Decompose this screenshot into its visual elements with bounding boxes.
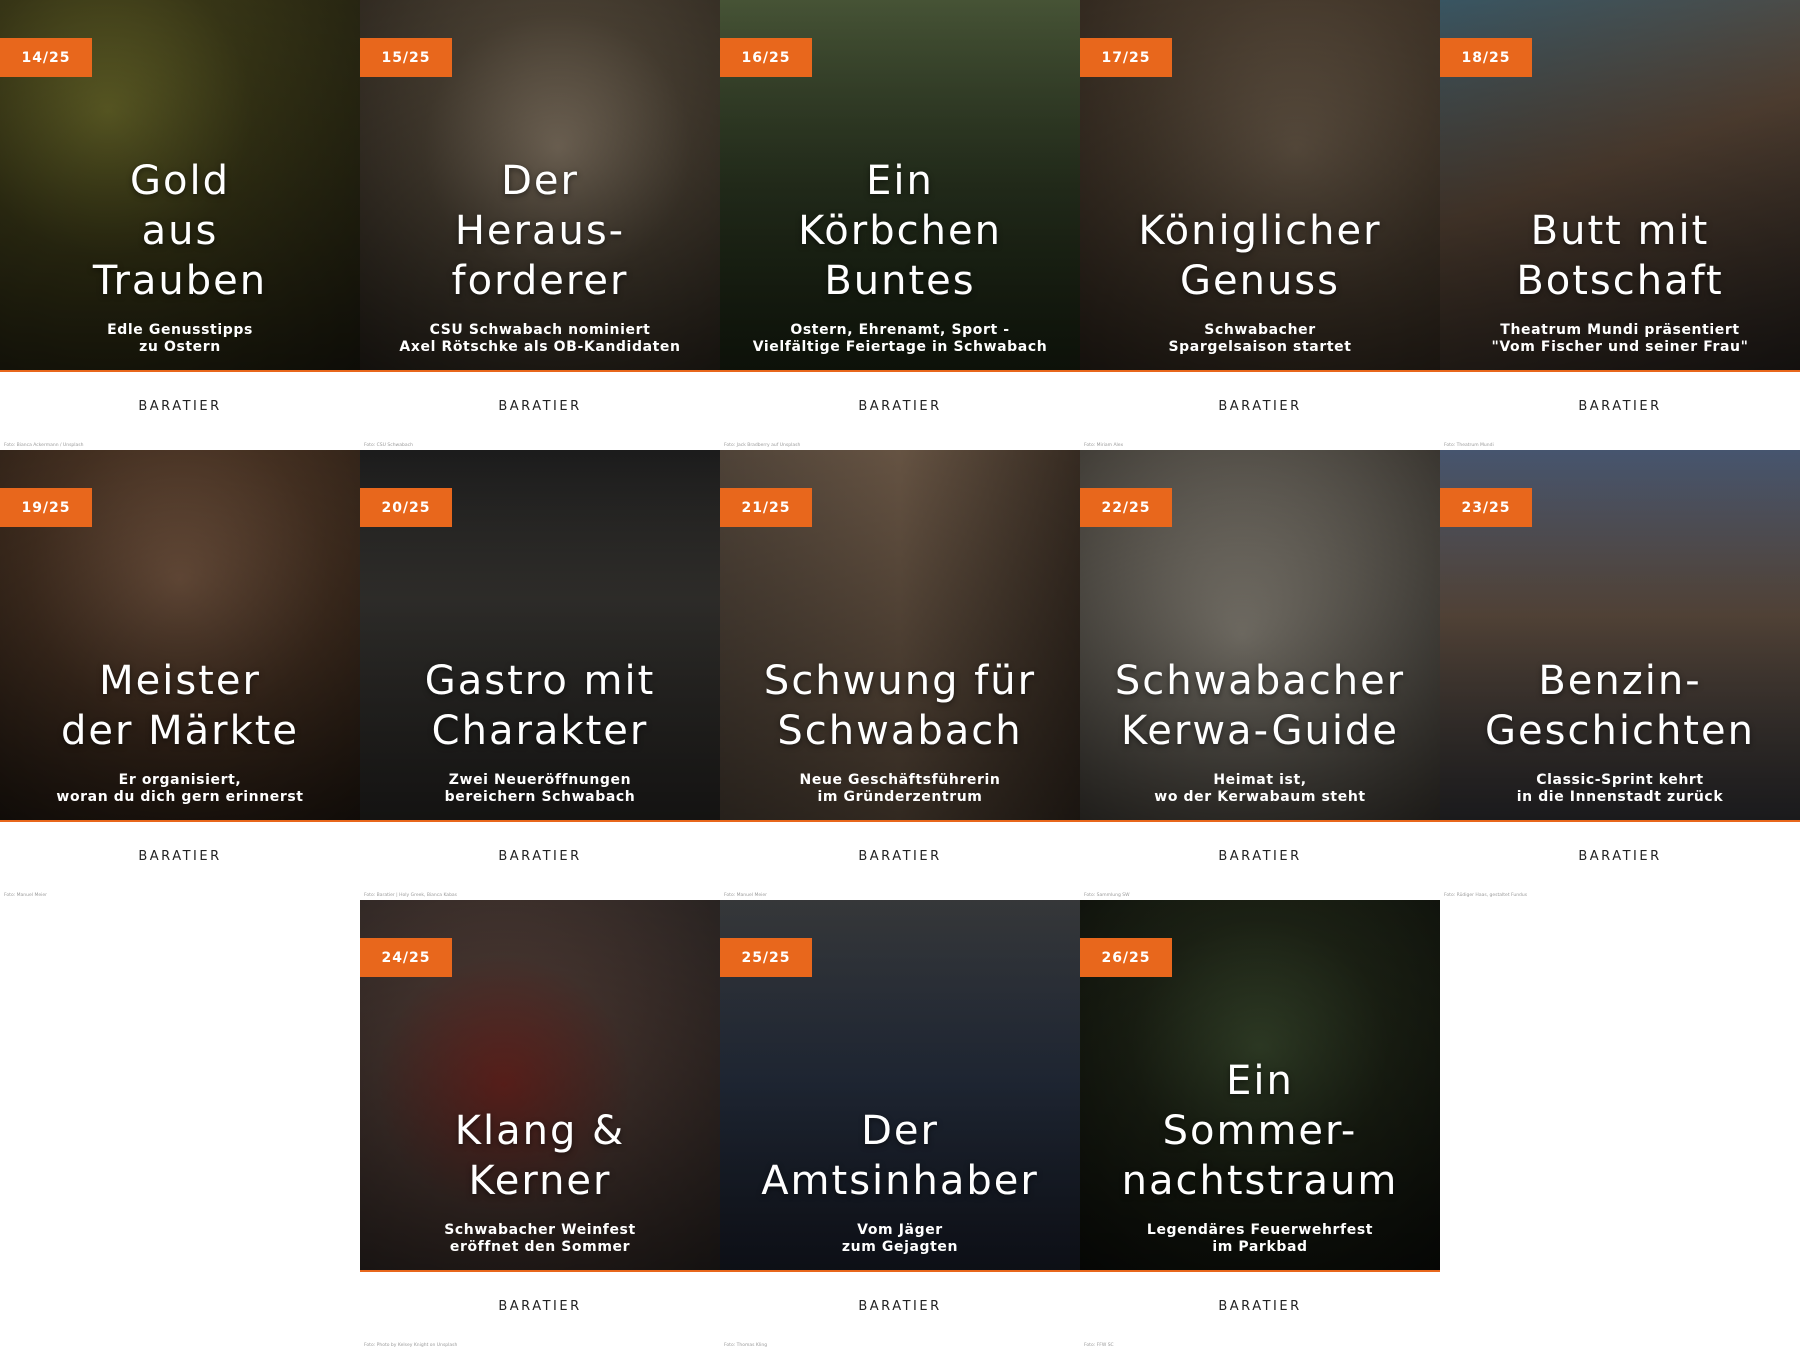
post-title: Der Amtsinhaber xyxy=(761,1108,1039,1204)
issue-badge: 17/25 xyxy=(1080,38,1172,77)
photo-credit: Foto: Bianca Ackermann / Unsplash xyxy=(4,443,84,448)
issue-badge: 20/25 xyxy=(360,488,452,527)
brand-label: BARATIER xyxy=(858,1299,942,1314)
post-subtitle: Neue Geschäftsführerin im Gründerzentrum xyxy=(799,772,1001,805)
post-title: Königlicher Genuss xyxy=(1138,208,1382,304)
photo-credit: Foto: Manuel Meier xyxy=(4,893,47,898)
issue-badge: 16/25 xyxy=(720,38,812,77)
photo-credit: Foto: Baratier | Holy Greek, Bianca Kaba… xyxy=(364,893,458,898)
post-title: Gold aus Trauben xyxy=(92,158,268,304)
photo-credit: Foto: Jack Bradberry auf Unsplash xyxy=(724,443,801,448)
brand-label: BARATIER xyxy=(1578,399,1662,414)
photo-credit: Foto: Thomas Kling xyxy=(724,1343,768,1348)
post-subtitle: Theatrum Mundi präsentiert "Vom Fischer … xyxy=(1491,322,1749,355)
post-photo: 18/25 Butt mit Botschaft Theatrum Mundi … xyxy=(1440,0,1800,372)
post-tile-benzin-geschichten[interactable]: 23/25 Benzin- Geschichten Classic-Sprint… xyxy=(1440,450,1800,900)
post-subtitle: Vom Jäger zum Gejagten xyxy=(841,1222,959,1255)
issue-badge: 22/25 xyxy=(1080,488,1172,527)
issue-badge: 14/25 xyxy=(0,38,92,77)
brand-label: BARATIER xyxy=(498,399,582,414)
post-tile-butt-mit-botschaft[interactable]: 18/25 Butt mit Botschaft Theatrum Mundi … xyxy=(1440,0,1800,450)
post-title: Der Heraus- forderer xyxy=(451,158,629,304)
post-tile-der-amtsinhaber[interactable]: 25/25 Der Amtsinhaber Vom Jäger zum Geja… xyxy=(720,900,1080,1350)
post-subtitle: Zwei Neueröffnungen bereichern Schwabach xyxy=(444,772,636,805)
post-title: Meister der Märkte xyxy=(60,658,300,754)
post-photo: 23/25 Benzin- Geschichten Classic-Sprint… xyxy=(1440,450,1800,822)
brand-label: BARATIER xyxy=(1218,849,1302,864)
post-photo: 19/25 Meister der Märkte Er organisiert,… xyxy=(0,450,360,822)
post-subtitle: CSU Schwabach nominiert Axel Rötschke al… xyxy=(399,322,681,355)
post-tile-der-herausforderer[interactable]: 15/25 Der Heraus- forderer CSU Schwabach… xyxy=(360,0,720,450)
post-photo: 26/25 Ein Sommer- nachtstraum Legendäres… xyxy=(1080,900,1440,1272)
post-tile-gastro-mit-charakter[interactable]: 20/25 Gastro mit Charakter Zwei Neueröff… xyxy=(360,450,720,900)
post-tile-klang-und-kerner[interactable]: 24/25 Klang & Kerner Schwabacher Weinfes… xyxy=(360,900,720,1350)
post-subtitle: Schwabacher Weinfest eröffnet den Sommer xyxy=(444,1222,636,1255)
post-photo: 22/25 Schwabacher Kerwa-Guide Heimat ist… xyxy=(1080,450,1440,822)
brand-label: BARATIER xyxy=(498,1299,582,1314)
post-title: Butt mit Botschaft xyxy=(1516,208,1724,304)
photo-credit: Foto: Miriam Alex xyxy=(1084,443,1124,448)
post-subtitle: Schwabacher Spargelsaison startet xyxy=(1168,322,1352,355)
post-photo: 24/25 Klang & Kerner Schwabacher Weinfes… xyxy=(360,900,720,1272)
issue-badge: 26/25 xyxy=(1080,938,1172,977)
photo-credit: Foto: FFW SC xyxy=(1084,1343,1114,1348)
post-subtitle: Legendäres Feuerwehrfest im Parkbad xyxy=(1146,1222,1374,1255)
post-photo: 15/25 Der Heraus- forderer CSU Schwabach… xyxy=(360,0,720,372)
post-title: Ein Sommer- nachtstraum xyxy=(1121,1058,1399,1204)
issue-badge: 19/25 xyxy=(0,488,92,527)
brand-label: BARATIER xyxy=(138,849,222,864)
brand-label: BARATIER xyxy=(138,399,222,414)
post-tile-gold-aus-trauben[interactable]: 14/25 Gold aus Trauben Edle Genusstipps … xyxy=(0,0,360,450)
post-title: Ein Körbchen Buntes xyxy=(798,158,1002,304)
brand-label: BARATIER xyxy=(1578,849,1662,864)
post-subtitle: Er organisiert, woran du dich gern erinn… xyxy=(56,772,304,805)
post-title: Benzin- Geschichten xyxy=(1485,658,1755,754)
issue-badge: 25/25 xyxy=(720,938,812,977)
post-subtitle: Heimat ist, wo der Kerwabaum steht xyxy=(1154,772,1366,805)
post-photo: 25/25 Der Amtsinhaber Vom Jäger zum Geja… xyxy=(720,900,1080,1272)
issue-badge: 23/25 xyxy=(1440,488,1532,527)
post-title: Schwabacher Kerwa-Guide xyxy=(1114,658,1406,754)
issue-badge: 15/25 xyxy=(360,38,452,77)
brand-label: BARATIER xyxy=(498,849,582,864)
post-subtitle: Edle Genusstipps zu Ostern xyxy=(107,322,253,355)
post-photo: 17/25 Königlicher Genuss Schwabacher Spa… xyxy=(1080,0,1440,372)
post-tile-ein-koerbchen-buntes[interactable]: 16/25 Ein Körbchen Buntes Ostern, Ehrena… xyxy=(720,0,1080,450)
issue-badge: 21/25 xyxy=(720,488,812,527)
post-title: Klang & Kerner xyxy=(454,1108,626,1204)
post-tile-meister-der-maerkte[interactable]: 19/25 Meister der Märkte Er organisiert,… xyxy=(0,450,360,900)
issue-badge: 18/25 xyxy=(1440,38,1532,77)
post-tile-koeniglicher-genuss[interactable]: 17/25 Königlicher Genuss Schwabacher Spa… xyxy=(1080,0,1440,450)
photo-credit: Foto: Sammlung SW xyxy=(1084,893,1130,898)
post-photo: 20/25 Gastro mit Charakter Zwei Neueröff… xyxy=(360,450,720,822)
post-tile-ein-sommernachtstraum[interactable]: 26/25 Ein Sommer- nachtstraum Legendäres… xyxy=(1080,900,1440,1350)
brand-label: BARATIER xyxy=(858,399,942,414)
post-subtitle: Ostern, Ehrenamt, Sport - Vielfältige Fe… xyxy=(752,322,1048,355)
post-title: Schwung für Schwabach xyxy=(763,658,1037,754)
brand-label: BARATIER xyxy=(1218,399,1302,414)
photo-credit: Foto: Manuel Meier xyxy=(724,893,767,898)
post-tile-schwung-fuer-schwabach[interactable]: 21/25 Schwung für Schwabach Neue Geschäf… xyxy=(720,450,1080,900)
photo-credit: Foto: Theatrum Mundi xyxy=(1444,443,1494,448)
post-photo: 16/25 Ein Körbchen Buntes Ostern, Ehrena… xyxy=(720,0,1080,372)
photo-credit: Foto: Rüdiger Haas, gestaltet Fundus xyxy=(1444,893,1528,898)
photo-credit: Foto: CSU Schwabach xyxy=(364,443,413,448)
post-photo: 14/25 Gold aus Trauben Edle Genusstipps … xyxy=(0,0,360,372)
photo-credit: Foto: Photo by Kelsey Knight on Unsplash xyxy=(364,1343,458,1348)
post-subtitle: Classic-Sprint kehrt in die Innenstadt z… xyxy=(1516,772,1724,805)
issue-badge: 24/25 xyxy=(360,938,452,977)
post-title: Gastro mit Charakter xyxy=(424,658,656,754)
brand-label: BARATIER xyxy=(858,849,942,864)
post-photo: 21/25 Schwung für Schwabach Neue Geschäf… xyxy=(720,450,1080,822)
brand-label: BARATIER xyxy=(1218,1299,1302,1314)
post-tile-schwabacher-kerwa-guide[interactable]: 22/25 Schwabacher Kerwa-Guide Heimat ist… xyxy=(1080,450,1440,900)
